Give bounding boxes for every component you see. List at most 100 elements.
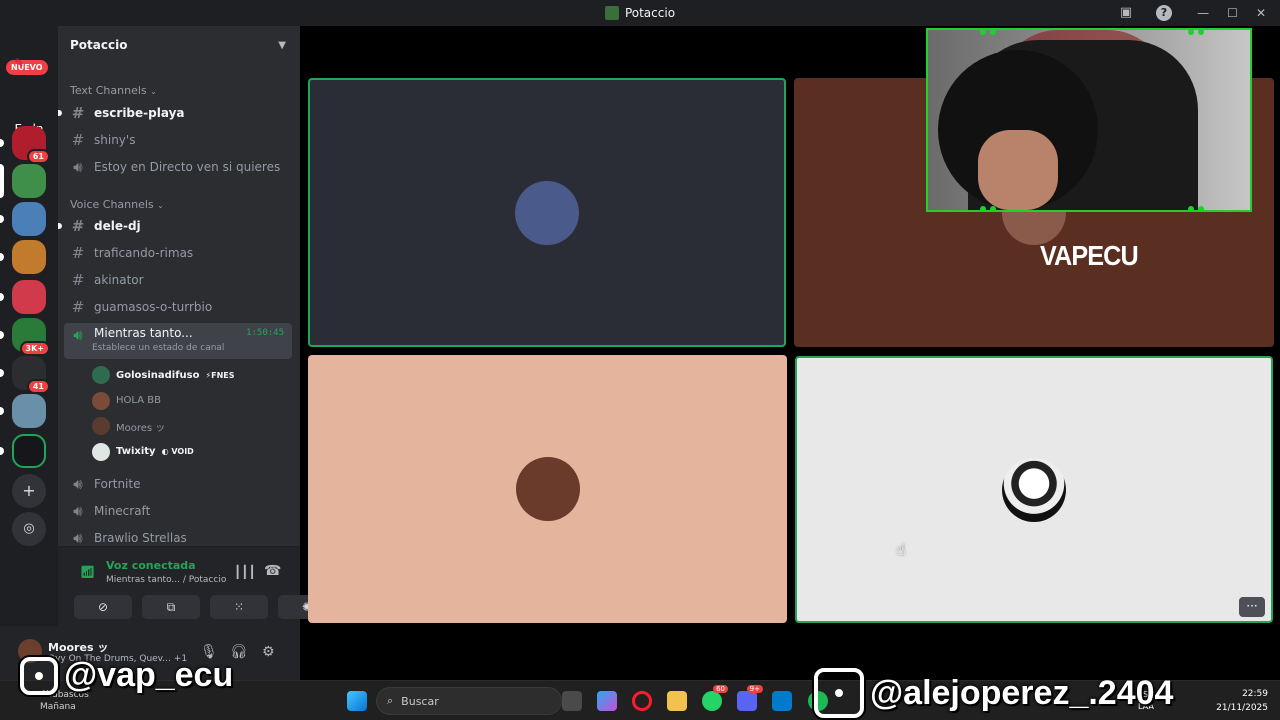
file-explorer-icon[interactable] xyxy=(667,691,687,711)
channel-name: Fortnite xyxy=(94,477,141,491)
avatar xyxy=(515,180,579,245)
instagram-handle-right: @alejoperez_.2404 xyxy=(814,668,1173,718)
server-avatar xyxy=(12,202,46,236)
chevron-down-icon: ▼ xyxy=(278,39,286,51)
channel-item[interactable]: # traficando-rimas xyxy=(64,241,292,265)
channel-item[interactable]: # escribe-playa xyxy=(58,101,292,125)
window-title: Potaccio xyxy=(604,6,675,20)
voice-user[interactable]: Golosinadifuso ⚡FNES xyxy=(92,364,235,386)
server-icon[interactable]: 61 xyxy=(12,126,50,164)
voice-user[interactable]: HOLA BB xyxy=(92,390,161,412)
taskbar-search[interactable]: ⌕ Buscar xyxy=(376,687,562,715)
task-view-icon[interactable] xyxy=(562,691,582,711)
guild-header[interactable]: Potaccio ▼ xyxy=(58,26,300,64)
call-timer: 1:50:45 xyxy=(246,328,284,338)
channel-name: Estoy en Directo ven si quieres xyxy=(94,160,281,174)
add-server-icon[interactable]: + xyxy=(12,474,46,508)
server-logo-icon[interactable]: ✎ xyxy=(14,56,44,74)
frame-led xyxy=(1188,206,1194,210)
discord-icon[interactable]: 9+ xyxy=(737,685,763,711)
unread-indicator xyxy=(0,164,4,198)
notification-badge: 41 xyxy=(26,379,50,394)
server-icon[interactable] xyxy=(12,434,46,468)
unread-indicator xyxy=(0,407,4,415)
windows-start-icon[interactable] xyxy=(347,691,367,711)
clock-date: 21/11/2025 xyxy=(1216,703,1268,713)
voice-user-name: Golosinadifuso xyxy=(116,369,200,381)
camera-off-button[interactable]: ⊘ xyxy=(74,595,132,619)
close-icon[interactable]: ✕ xyxy=(1256,6,1266,20)
help-icon[interactable]: ? xyxy=(1156,5,1172,21)
channel-item[interactable]: # shiny's xyxy=(64,128,292,152)
minimize-icon[interactable]: — xyxy=(1197,6,1209,20)
server-avatar xyxy=(12,394,46,428)
compass-icon[interactable]: ◎ xyxy=(12,512,46,546)
notification-badge: 60 xyxy=(713,685,728,693)
video-tile[interactable] xyxy=(308,355,787,623)
video-tile[interactable] xyxy=(308,78,786,347)
hash-icon: # xyxy=(71,131,85,149)
screen-share-icon: ⧉ xyxy=(166,599,176,614)
speaker-icon: 🔊︎ xyxy=(73,529,83,547)
frame-led xyxy=(980,206,986,210)
search-placeholder: Buscar xyxy=(401,694,439,708)
server-icon[interactable]: 3K+ xyxy=(12,318,50,356)
channel-item[interactable]: 🔊︎ Minecraft xyxy=(64,499,292,523)
server-icon[interactable] xyxy=(12,394,46,428)
noise-suppression-icon[interactable]: ┃┃┃ xyxy=(234,565,256,579)
channel-status[interactable]: Establece un estado de canal xyxy=(92,343,224,353)
chevron-down-icon: ⌄ xyxy=(157,201,164,210)
screen-share-button[interactable]: ⧉ xyxy=(142,595,200,619)
hash-icon: # xyxy=(71,104,85,122)
voice-user-name: Moores ッ xyxy=(116,422,166,434)
server-icon[interactable] xyxy=(12,202,46,236)
gear-icon[interactable]: ⚙ xyxy=(262,644,275,660)
server-icon[interactable] xyxy=(12,280,46,314)
frame-led xyxy=(1198,30,1204,35)
channel-item[interactable]: 🔊︎ Fortnite xyxy=(64,472,292,496)
server-icon[interactable] xyxy=(12,164,46,198)
unread-indicator xyxy=(0,331,4,339)
voice-channel-path[interactable]: Mientras tanto... / Potaccio xyxy=(106,575,226,585)
unread-indicator xyxy=(0,293,4,301)
streamer-face xyxy=(978,130,1058,210)
disconnect-icon[interactable]: ☎ xyxy=(264,563,281,579)
username[interactable]: Moores ッ xyxy=(48,639,108,655)
category-label: Voice Channels xyxy=(70,198,154,211)
channel-item[interactable]: # dele-dj xyxy=(58,214,292,238)
channel-item[interactable]: 🔊︎ Estoy en Directo ven si quieres xyxy=(64,155,292,179)
opera-icon[interactable] xyxy=(632,691,652,711)
voice-user[interactable]: Twixity ◐ VOID xyxy=(92,441,194,463)
notification-badge: 9+ xyxy=(746,685,763,693)
channel-name: guamasos-o-turrbio xyxy=(94,300,213,314)
instagram-handle-left: @vap_ecu xyxy=(20,656,233,695)
server-icon[interactable] xyxy=(12,240,46,274)
channel-item-active[interactable]: 🔊︎ Mientras tanto... 1:50:45 Establece u… xyxy=(64,323,292,359)
channel-item[interactable]: # guamasos-o-turrbio xyxy=(64,295,292,319)
webcam-overlay xyxy=(926,28,1252,212)
frame-led xyxy=(1198,206,1204,210)
activities-button[interactable]: ⁙ xyxy=(210,595,268,619)
unread-dot xyxy=(58,223,62,229)
more-options-button[interactable]: ··· xyxy=(1239,597,1265,617)
category-text-channels[interactable]: Text Channels ⌄ xyxy=(70,84,157,97)
hash-icon: # xyxy=(71,217,85,235)
voice-status[interactable]: Voz conectada xyxy=(106,559,196,572)
vscode-icon[interactable] xyxy=(772,691,792,711)
notification-badge: 3K+ xyxy=(19,341,50,356)
signal-icon[interactable]: 📶︎ xyxy=(80,565,95,579)
server-icon[interactable]: 41 xyxy=(12,356,50,394)
voice-user[interactable]: Moores ッ xyxy=(92,415,165,437)
channel-item[interactable]: # akinator xyxy=(64,268,292,292)
avatar xyxy=(92,442,110,461)
channel-name: Mientras tanto... xyxy=(94,326,193,340)
copilot-icon[interactable] xyxy=(597,691,617,711)
inbox-icon[interactable]: ▣ xyxy=(1118,5,1134,21)
maximize-icon[interactable]: ☐ xyxy=(1227,6,1238,20)
frame-led xyxy=(990,30,996,35)
system-clock[interactable]: 22:59 21/11/2025 xyxy=(1216,687,1268,715)
window-controls: — ☐ ✕ xyxy=(1197,0,1266,26)
whatsapp-icon[interactable]: 60 xyxy=(702,685,728,711)
category-voice-channels[interactable]: Voice Channels ⌄ xyxy=(70,198,164,211)
video-tile[interactable]: ··· xyxy=(795,356,1273,623)
